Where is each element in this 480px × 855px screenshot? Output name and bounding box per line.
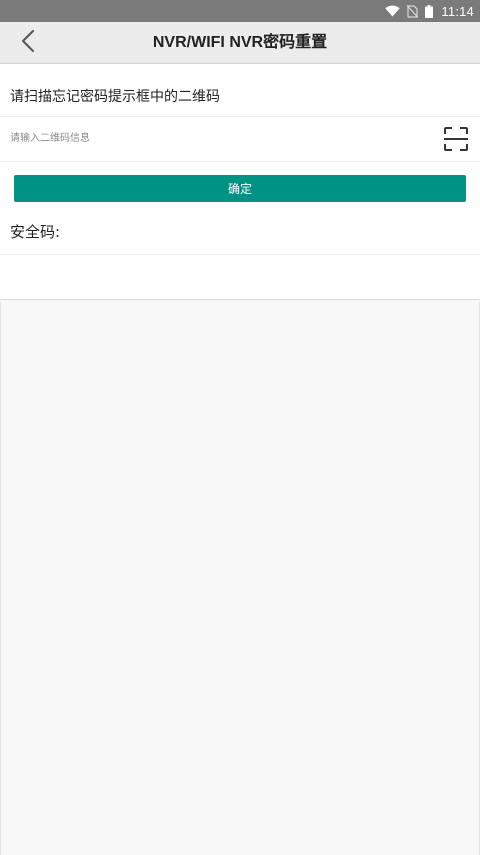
scan-frame-icon xyxy=(443,127,469,156)
battery-icon xyxy=(425,4,434,18)
reset-form: 请扫描忘记密码提示框中的二维码 确定 安全码: xyxy=(0,64,480,300)
qr-input-row xyxy=(0,117,480,162)
confirm-button[interactable]: 确定 xyxy=(14,175,466,202)
title-bar: NVR/WIFI NVR密码重置 xyxy=(0,22,480,64)
scan-button[interactable] xyxy=(443,126,469,152)
confirm-area: 确定 xyxy=(0,162,480,217)
status-time: 11:14 xyxy=(441,3,474,19)
back-button[interactable] xyxy=(12,28,44,58)
no-sim-icon xyxy=(407,4,419,18)
status-bar: 11:14 xyxy=(0,0,480,22)
wifi-icon xyxy=(385,5,401,17)
qr-code-input[interactable] xyxy=(8,123,432,153)
security-code-value xyxy=(0,255,480,300)
app-screen: 11:14 NVR/WIFI NVR密码重置 请扫描忘记密码提示框中的二维码 请… xyxy=(0,0,480,855)
chevron-left-icon xyxy=(21,29,35,57)
security-code-label: 安全码: xyxy=(0,217,480,255)
empty-background xyxy=(0,302,480,855)
page-title: NVR/WIFI NVR密码重置 xyxy=(152,34,328,51)
scan-instruction: 请扫描忘记密码提示框中的二维码 xyxy=(0,64,480,117)
